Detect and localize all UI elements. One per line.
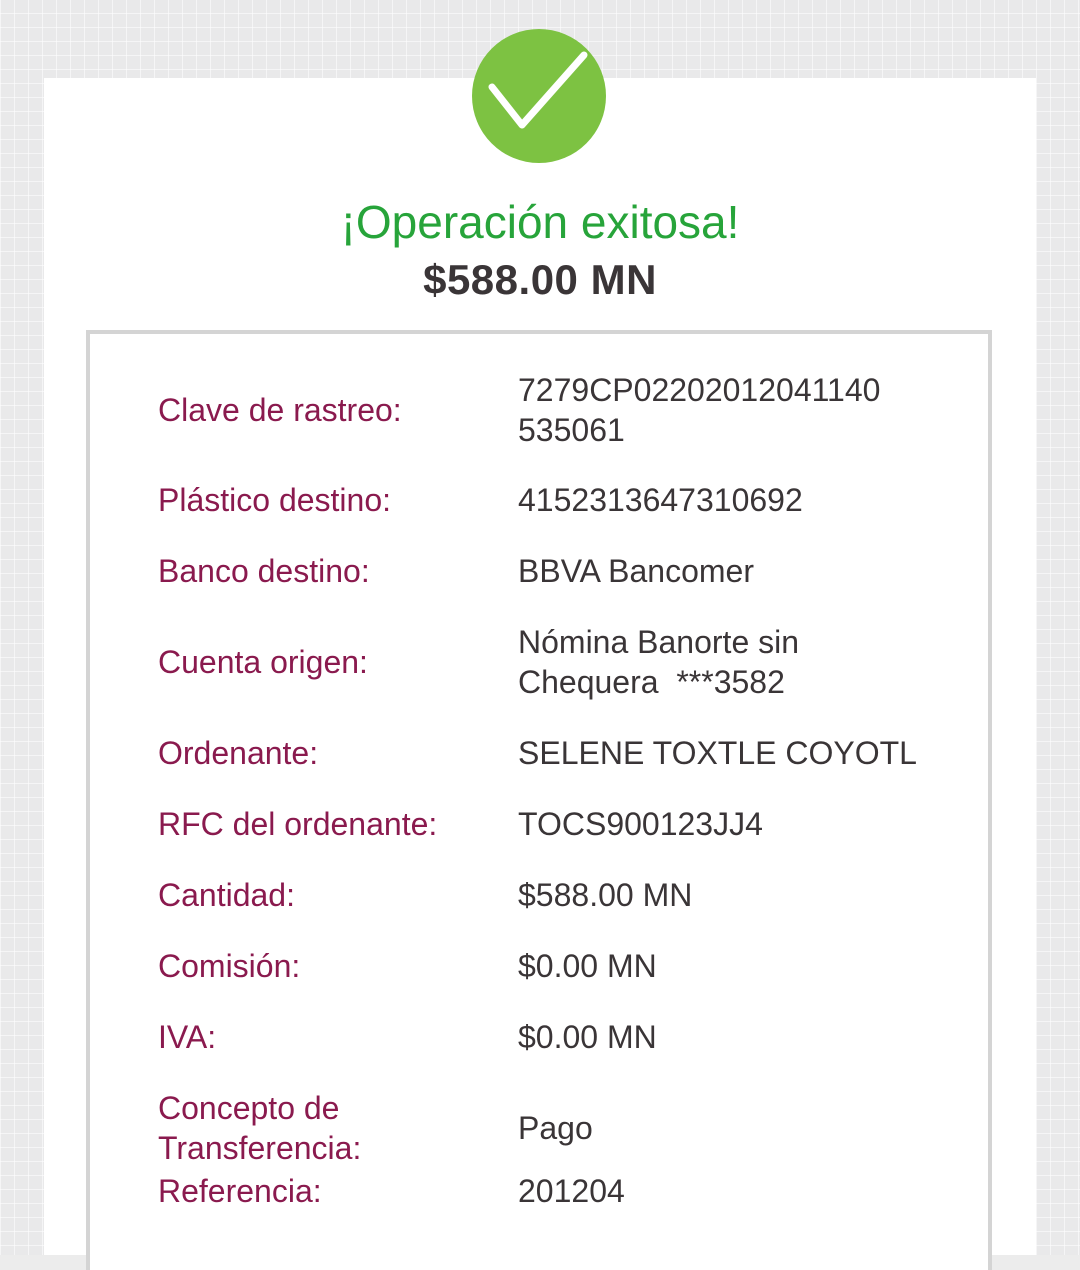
label-iva: IVA:: [158, 1019, 217, 1055]
value-cantidad: $588.00 MN: [518, 877, 693, 913]
value-ordenante: SELENE TOXTLE COYOTL: [518, 735, 917, 771]
label-comision: Comisión:: [158, 948, 301, 984]
details-panel: Clave de rastreo: 7279CP02202012041140 5…: [86, 330, 992, 1270]
label-clave-rastreo: Clave de rastreo:: [158, 392, 402, 428]
label-concepto-line2: Transferencia:: [158, 1130, 362, 1166]
value-plastico-destino: 4152313647310692: [518, 482, 803, 518]
value-referencia: 201204: [518, 1173, 625, 1209]
success-check-icon: [472, 29, 606, 163]
value-cuenta-origen-line1: Nómina Banorte sin: [518, 624, 800, 660]
label-banco-destino: Banco destino:: [158, 553, 370, 589]
value-clave-rastreo-line2: 535061: [518, 412, 625, 448]
label-rfc-ordenante: RFC del ordenante:: [158, 806, 438, 842]
value-banco-destino: BBVA Bancomer: [518, 553, 754, 589]
row-concepto: Concepto de Transferencia: Pago: [90, 1088, 990, 1168]
label-concepto-line1: Concepto de: [158, 1090, 340, 1126]
value-concepto: Pago: [518, 1110, 593, 1146]
label-cuenta-origen: Cuenta origen:: [158, 644, 368, 680]
row-cuenta-origen: Cuenta origen: Nómina Banorte sin Cheque…: [90, 622, 990, 702]
label-referencia: Referencia:: [158, 1173, 322, 1209]
value-iva: $0.00 MN: [518, 1019, 657, 1055]
row-clave-rastreo: Clave de rastreo: 7279CP02202012041140 5…: [90, 370, 990, 450]
value-comision: $0.00 MN: [518, 948, 657, 984]
value-cuenta-origen-line2: Chequera ***3582: [518, 664, 785, 700]
value-rfc-ordenante: TOCS900123JJ4: [518, 806, 763, 842]
label-cantidad: Cantidad:: [158, 877, 295, 913]
success-title: ¡Operación exitosa!: [340, 196, 740, 248]
transfer-amount: $588.00 MN: [423, 256, 657, 303]
value-clave-rastreo-line1: 7279CP02202012041140: [518, 372, 881, 408]
label-plastico-destino: Plástico destino:: [158, 482, 392, 518]
label-ordenante: Ordenante:: [158, 735, 319, 771]
